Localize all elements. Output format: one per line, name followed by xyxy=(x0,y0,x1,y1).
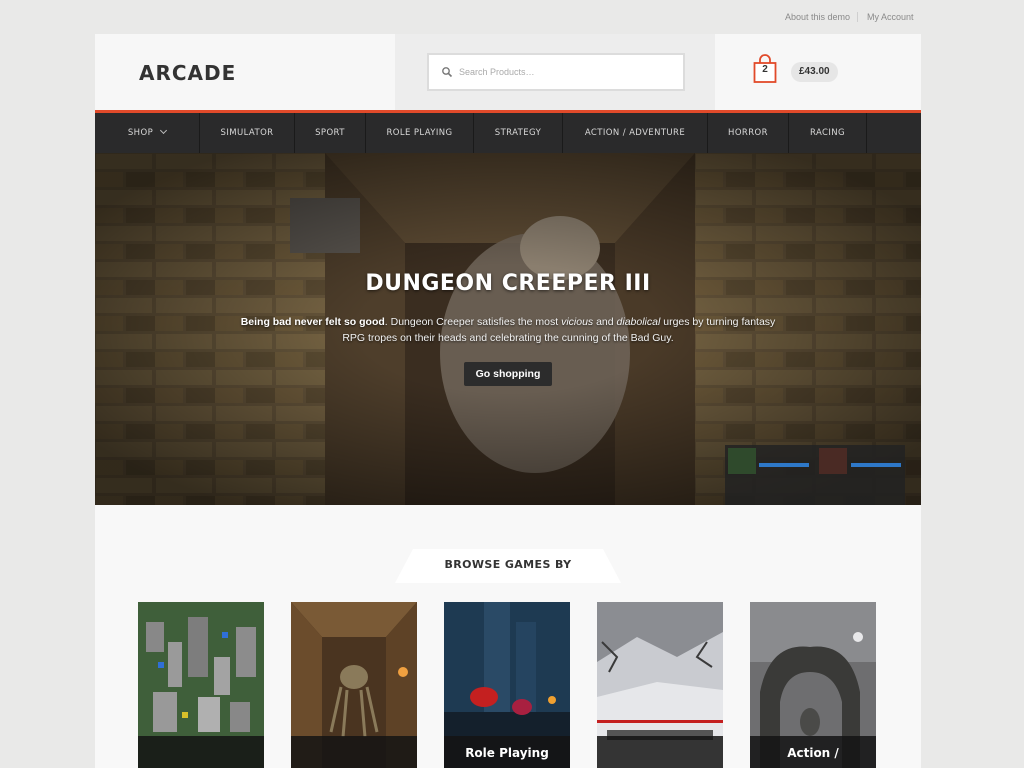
hero-text-emphasis: diabolical xyxy=(616,316,661,328)
my-account-link[interactable]: My Account xyxy=(867,12,914,22)
site-logo[interactable]: ARCADE xyxy=(139,61,236,85)
hero-text-part: . Dungeon Creeper satisfies the most xyxy=(384,316,562,328)
hero-text-part: and xyxy=(593,316,617,328)
page-wrapper: ARCADE 2 £43.00 SHOP SIMULATOR SPORT ROL… xyxy=(95,34,921,768)
nav-item-shop[interactable]: SHOP xyxy=(95,113,200,153)
category-card-simulator[interactable] xyxy=(138,602,264,768)
hero-text-bold: Being bad never felt so good xyxy=(240,316,385,328)
cart-count[interactable]: 2 xyxy=(755,64,775,75)
nav-item-label: ROLE PLAYING xyxy=(386,128,453,138)
category-label: Role Playing xyxy=(444,736,570,768)
hero-text-emphasis: vicious xyxy=(561,316,594,328)
category-label xyxy=(597,736,723,768)
utility-bar: About this demo My Account xyxy=(0,0,1024,34)
nav-item-strategy[interactable]: STRATEGY xyxy=(474,113,563,153)
nav-item-horror[interactable]: HORROR xyxy=(708,113,789,153)
nav-item-simulator[interactable]: SIMULATOR xyxy=(200,113,295,153)
search-icon xyxy=(442,67,453,78)
category-label xyxy=(291,736,417,768)
nav-item-role-playing[interactable]: ROLE PLAYING xyxy=(366,113,474,153)
nav-item-label: STRATEGY xyxy=(494,128,542,138)
hero-banner: DUNGEON CREEPER III Being bad never felt… xyxy=(95,153,921,505)
nav-item-label: HORROR xyxy=(728,128,768,138)
category-card-horror[interactable] xyxy=(291,602,417,768)
category-card-action-adventure[interactable]: Action / xyxy=(750,602,876,768)
nav-item-sport[interactable]: SPORT xyxy=(295,113,366,153)
go-shopping-button[interactable]: Go shopping xyxy=(464,362,552,386)
hero-title: DUNGEON CREEPER III xyxy=(365,271,651,296)
nav-item-label: SIMULATOR xyxy=(220,128,274,138)
chevron-down-icon xyxy=(160,126,168,135)
category-card-strategy[interactable] xyxy=(597,602,723,768)
category-card-role-playing[interactable]: Role Playing xyxy=(444,602,570,768)
site-header: ARCADE 2 £43.00 xyxy=(95,34,921,110)
hero-description: Being bad never felt so good. Dungeon Cr… xyxy=(235,314,781,346)
main-navigation: SHOP SIMULATOR SPORT ROLE PLAYING STRATE… xyxy=(95,113,921,153)
about-demo-link[interactable]: About this demo xyxy=(785,12,850,22)
browse-title: BROWSE GAMES BY xyxy=(444,558,572,571)
utility-divider xyxy=(857,12,858,22)
nav-item-action-adventure[interactable]: ACTION / ADVENTURE xyxy=(563,113,708,153)
nav-item-label: SHOP xyxy=(127,128,154,138)
nav-item-label: SPORT xyxy=(315,128,345,138)
category-label: Action / xyxy=(750,736,876,768)
category-label xyxy=(138,736,264,768)
browse-section: BROWSE GAMES BY Role Playing Action / xyxy=(95,505,921,768)
search-input[interactable] xyxy=(459,62,669,82)
cart-total[interactable]: £43.00 xyxy=(791,62,838,82)
nav-item-label: RACING xyxy=(809,128,845,138)
search-box[interactable] xyxy=(427,53,685,91)
nav-item-label: ACTION / ADVENTURE xyxy=(584,128,686,138)
nav-item-racing[interactable]: RACING xyxy=(789,113,867,153)
